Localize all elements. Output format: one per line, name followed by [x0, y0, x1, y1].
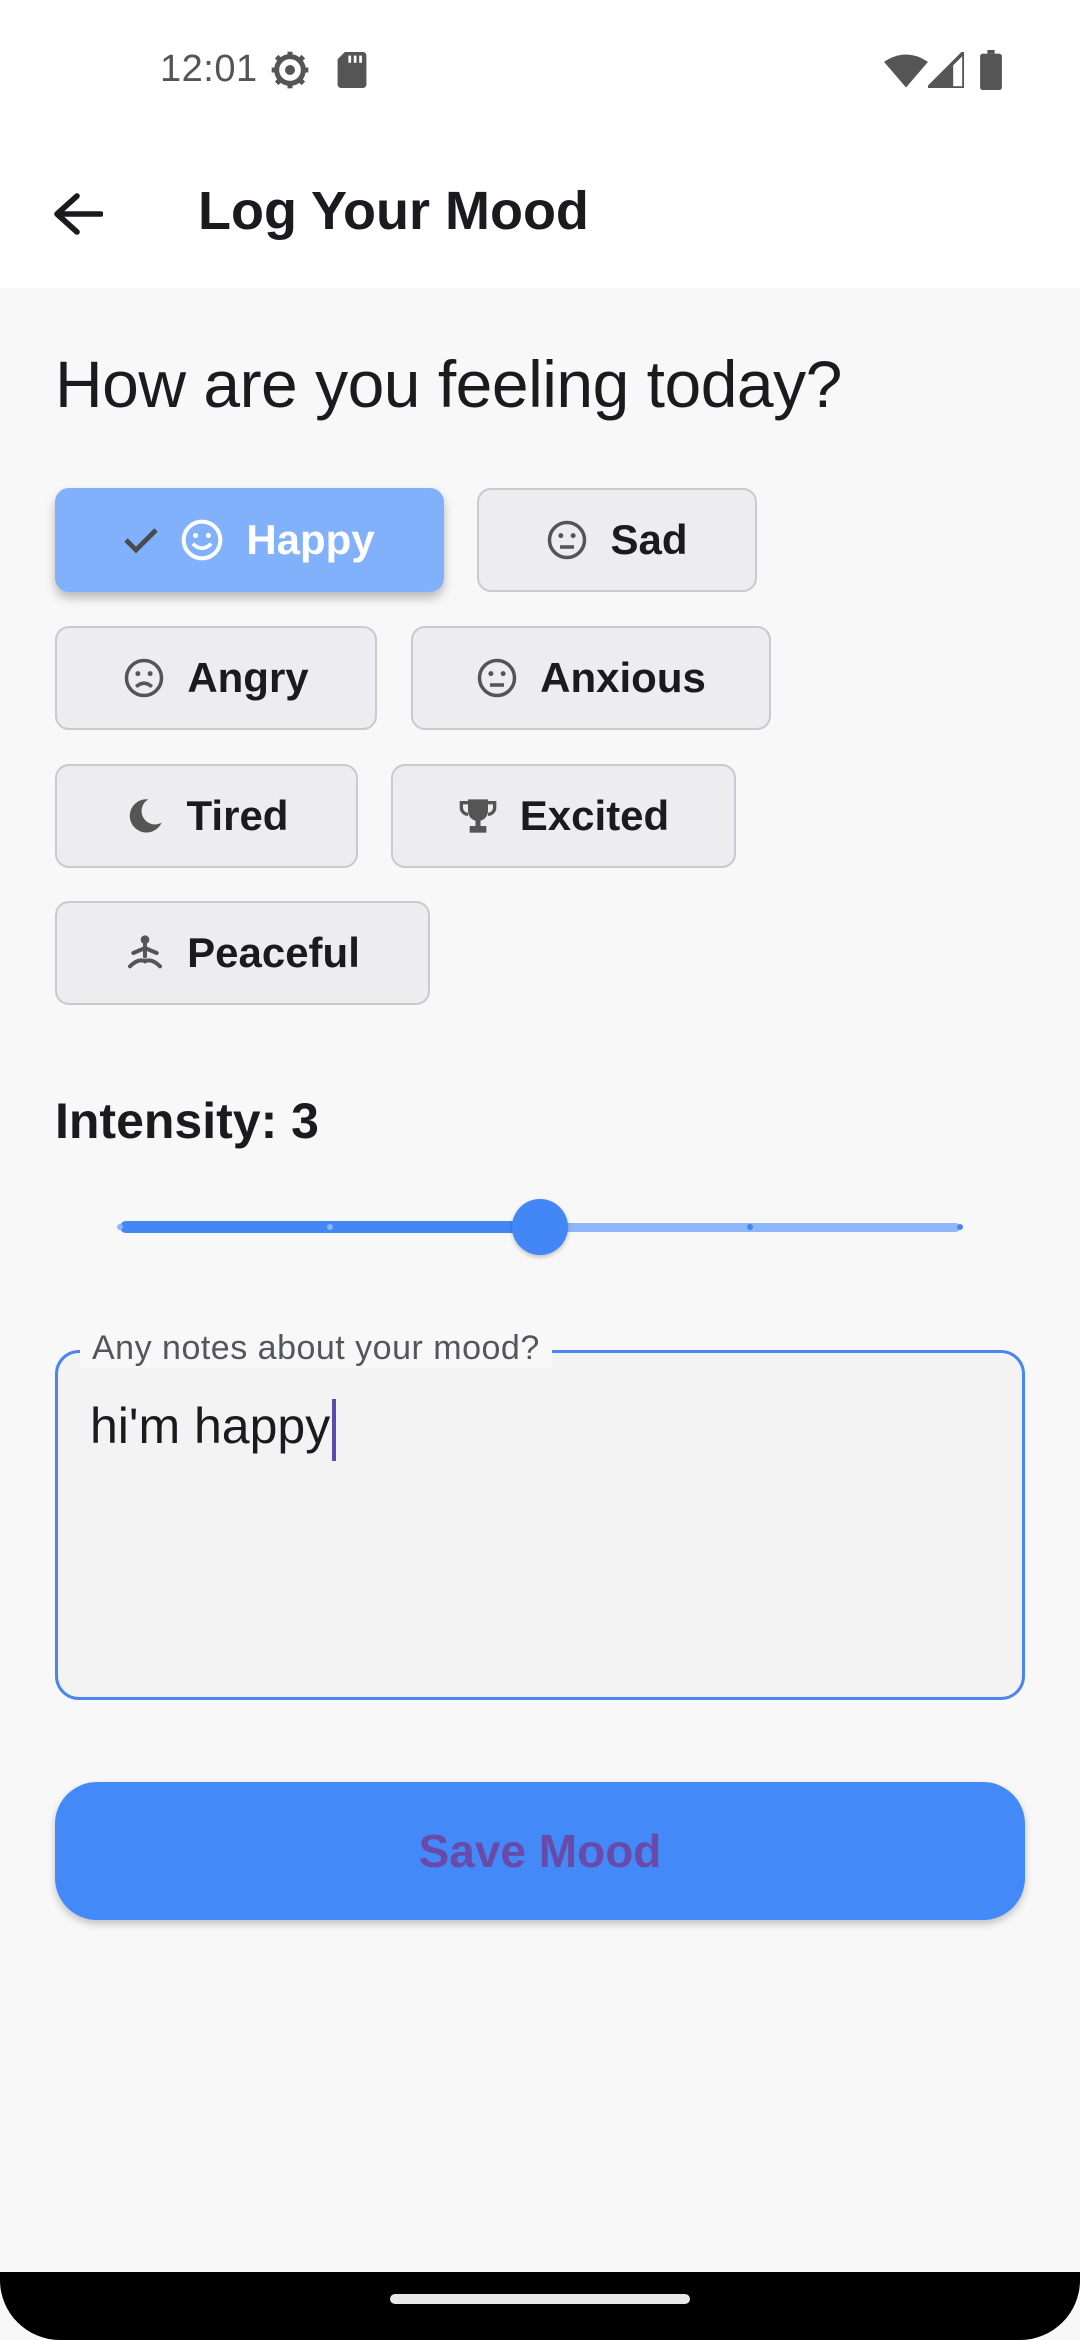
mood-chip-peaceful[interactable]: Peaceful — [55, 901, 430, 1005]
page-title: Log Your Mood — [198, 181, 589, 241]
battery-icon — [980, 50, 1002, 90]
trophy-icon — [459, 799, 497, 833]
intensity-label: Intensity: 3 — [55, 1093, 319, 1149]
text-caret — [332, 1398, 337, 1461]
frown-icon — [125, 658, 164, 698]
mood-chip-happy[interactable]: Happy — [55, 488, 444, 592]
system-nav-bar — [0, 2272, 1080, 2340]
mood-notes-field[interactable]: Any notes about your mood? hi'm happy — [55, 1329, 1025, 1700]
mood-chip-label: Happy — [246, 516, 375, 563]
slider-tick — [117, 1224, 123, 1230]
sd-card-icon — [337, 52, 367, 88]
mood-chip-label: Sad — [610, 516, 688, 563]
mood-chip-label: Peaceful — [187, 929, 360, 976]
slider-thumb[interactable] — [512, 1199, 568, 1255]
slider-tick — [957, 1224, 963, 1230]
mood-chip-label: Anxious — [540, 654, 706, 701]
mood-chip-anxious[interactable]: Anxious — [411, 626, 771, 730]
app-bar: Log Your Mood — [0, 140, 1080, 288]
mood-chip-label: Angry — [187, 654, 309, 701]
wifi-icon — [884, 54, 928, 88]
gear-icon — [271, 51, 309, 89]
signal-icon — [928, 52, 964, 88]
check-icon — [124, 528, 159, 554]
arrow-back-icon — [54, 193, 103, 235]
mood-chip-label: Tired — [186, 792, 289, 839]
notes-input[interactable]: hi'm happy — [90, 1397, 337, 1461]
mood-chip-sad[interactable]: Sad — [477, 488, 757, 592]
home-indicator[interactable] — [390, 2294, 690, 2304]
status-bar: 12:01 — [0, 0, 1080, 140]
intensity-slider[interactable] — [117, 1195, 963, 1259]
meditation-icon — [128, 935, 163, 969]
mood-chip-tired[interactable]: Tired — [55, 764, 358, 868]
neutral-face-icon — [477, 658, 517, 698]
mood-chip-angry[interactable]: Angry — [55, 626, 377, 730]
back-button[interactable] — [38, 174, 118, 254]
smile-icon — [181, 519, 223, 561]
neutral-face-icon — [548, 520, 587, 560]
slider-tick — [747, 1224, 753, 1230]
notes-input-text: hi'm happy — [90, 1398, 331, 1454]
slider-tick — [327, 1224, 333, 1230]
status-time: 12:01 — [160, 48, 258, 90]
mood-question-heading: How are you feeling today? — [55, 347, 842, 421]
mood-chip-label: Excited — [519, 792, 670, 839]
moon-icon — [129, 799, 162, 833]
mood-chip-excited[interactable]: Excited — [391, 764, 736, 868]
notes-field-label: Any notes about your mood? — [80, 1329, 552, 1368]
save-mood-button[interactable]: Save Mood — [55, 1782, 1025, 1920]
